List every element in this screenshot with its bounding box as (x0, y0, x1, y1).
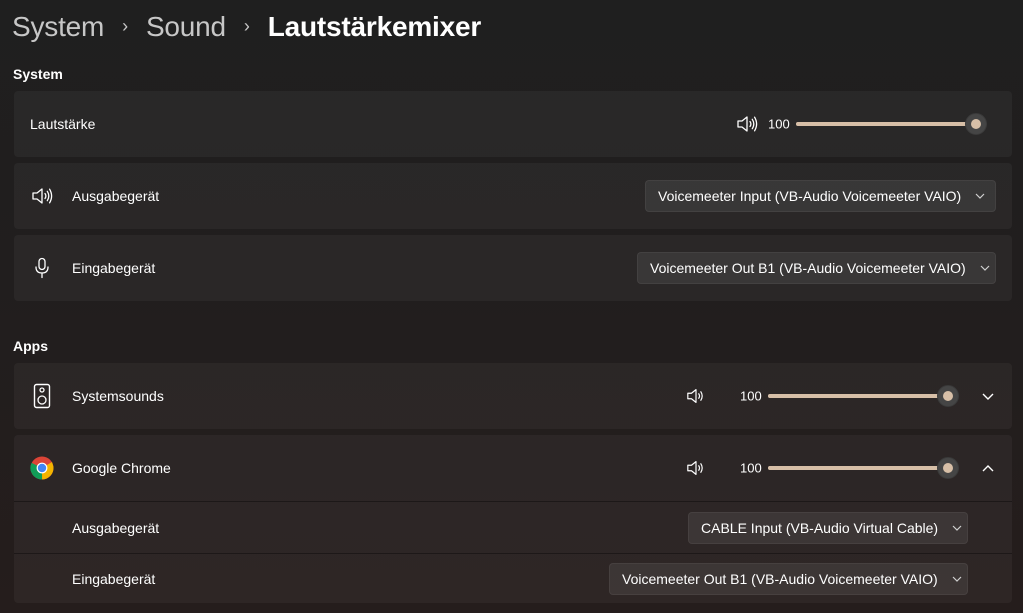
chevron-down-icon[interactable] (978, 386, 998, 406)
app-volume-value: 100 (740, 460, 762, 476)
chevron-down-icon (975, 193, 985, 199)
system-output-card: Ausgabegerät Voicemeeter Input (VB-Audio… (14, 163, 1012, 229)
section-title-system: System (13, 66, 63, 82)
slider-thumb[interactable] (965, 113, 987, 135)
breadcrumb-system-link[interactable]: System (12, 11, 104, 43)
volume-value: 100 (768, 116, 790, 132)
output-device-dropdown[interactable]: Voicemeeter Input (VB-Audio Voicemeeter … (645, 180, 996, 212)
app-volume-slider[interactable] (768, 385, 959, 407)
input-device-label: Eingabegerät (72, 260, 156, 276)
slider-fill (768, 466, 948, 470)
output-device-value: Voicemeeter Input (VB-Audio Voicemeeter … (658, 188, 962, 204)
output-device-label: Ausgabegerät (72, 188, 160, 204)
chevron-up-icon[interactable] (978, 458, 998, 478)
chevron-right-icon: › (122, 15, 128, 36)
speaker-icon (30, 184, 54, 208)
input-device-dropdown[interactable]: Voicemeeter Out B1 (VB-Audio Voicemeeter… (637, 252, 996, 284)
speaker-icon[interactable] (686, 386, 706, 406)
slider-thumb[interactable] (937, 385, 959, 407)
slider-thumb[interactable] (937, 457, 959, 479)
chrome-input-row: Eingabegerät Voicemeeter Out B1 (VB-Audi… (14, 554, 1012, 604)
volume-label: Lautstärke (30, 116, 96, 132)
chrome-output-row: Ausgabegerät CABLE Input (VB-Audio Virtu… (14, 502, 1012, 553)
section-title-apps: Apps (13, 338, 48, 354)
chrome-icon (30, 456, 54, 480)
slider-fill (768, 394, 948, 398)
breadcrumb-sound-link[interactable]: Sound (146, 11, 226, 43)
page-title: Lautstärkemixer (267, 11, 482, 42)
slider-fill (796, 122, 976, 126)
output-device-value: CABLE Input (VB-Audio Virtual Cable) (701, 519, 939, 536)
speaker-icon[interactable] (686, 458, 706, 478)
output-device-label: Ausgabegerät (72, 519, 160, 536)
input-device-label: Eingabegerät (72, 571, 156, 587)
app-row-chrome: Google Chrome 100 (14, 435, 1012, 501)
chevron-right-icon: › (243, 15, 250, 36)
breadcrumb: System › Sound › Lautstärkemixer (12, 8, 481, 46)
chrome-output-device-dropdown[interactable]: CABLE Input (VB-Audio Virtual Cable) (688, 511, 968, 544)
app-name: Google Chrome (72, 460, 171, 476)
app-card-chrome: Google Chrome 100 Ausgabegerät CABLE Inp… (14, 435, 1012, 603)
app-name: Systemsounds (72, 388, 164, 404)
system-volume-card: Lautstärke 100 (14, 91, 1012, 157)
app-volume-slider[interactable] (768, 457, 959, 479)
chevron-down-icon (952, 576, 962, 582)
app-card-systemsounds: Systemsounds 100 (14, 363, 1012, 429)
system-input-card: Eingabegerät Voicemeeter Out B1 (VB-Audi… (14, 235, 1012, 301)
microphone-icon (30, 256, 54, 280)
chevron-down-icon (952, 525, 962, 531)
input-device-value: Voicemeeter Out B1 (VB-Audio Voicemeeter… (622, 571, 938, 587)
system-sounds-speaker-icon (30, 383, 54, 409)
chrome-input-device-dropdown[interactable]: Voicemeeter Out B1 (VB-Audio Voicemeeter… (609, 563, 968, 595)
input-device-value: Voicemeeter Out B1 (VB-Audio Voicemeeter… (650, 260, 966, 276)
app-volume-value: 100 (740, 388, 762, 404)
chevron-down-icon (980, 265, 990, 271)
speaker-icon[interactable] (736, 114, 758, 134)
system-volume-slider[interactable] (796, 113, 987, 135)
